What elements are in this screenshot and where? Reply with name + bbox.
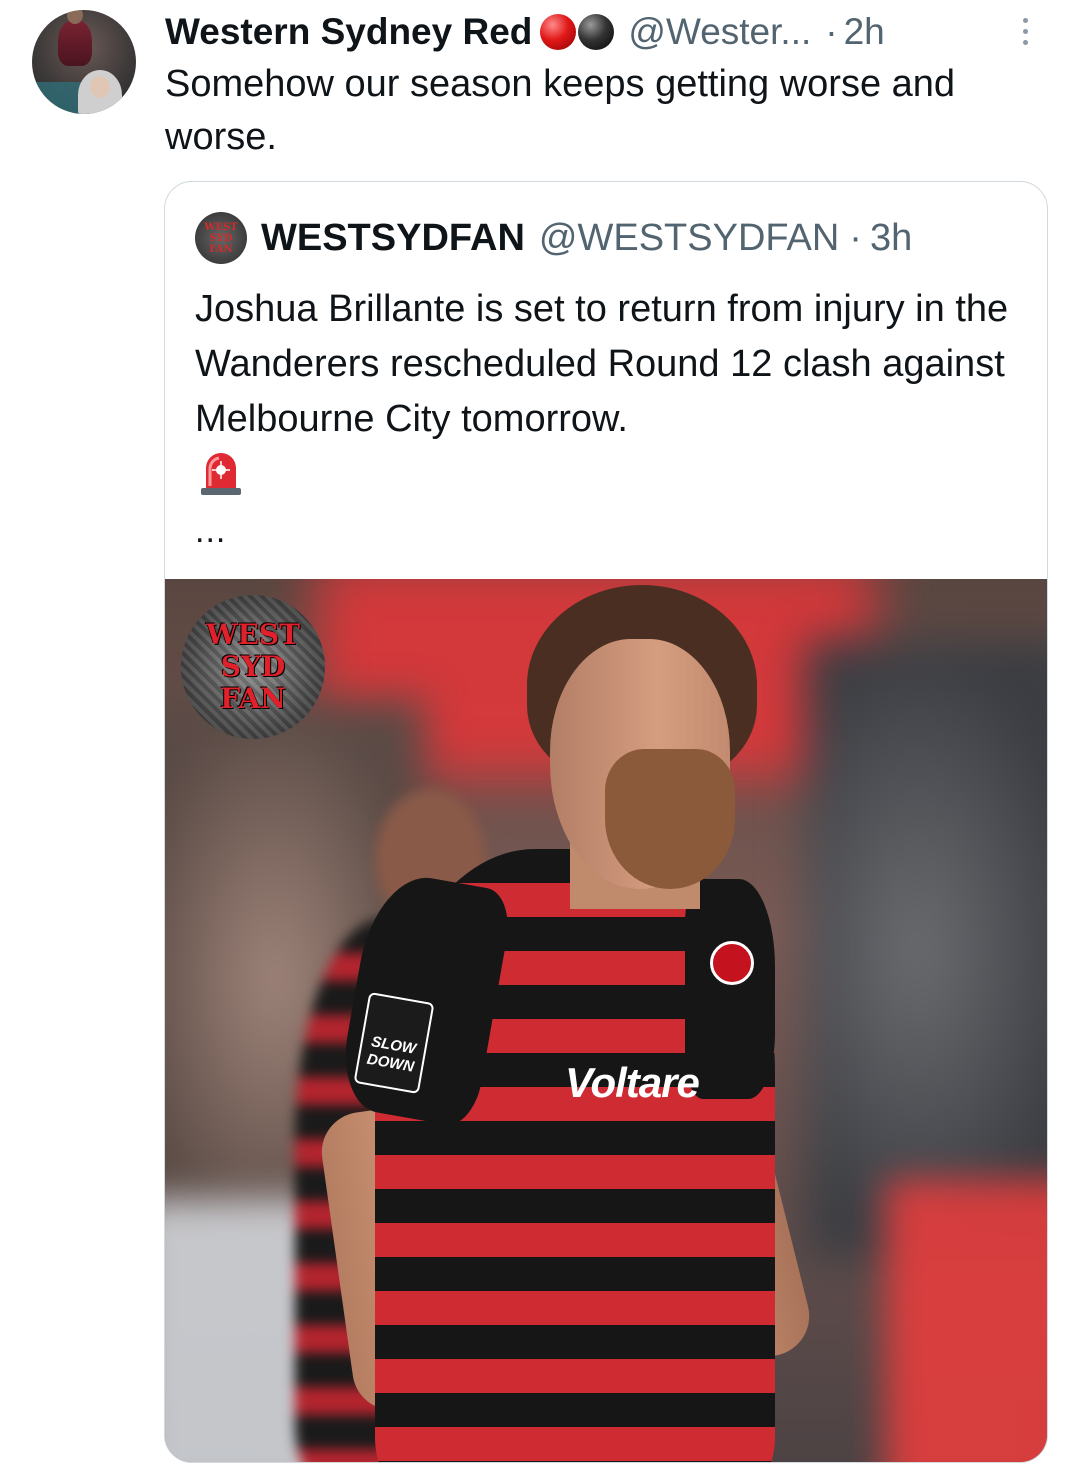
quoted-tweet-header: WESTSYDFAN @WESTSYDFAN · 3h	[261, 210, 912, 266]
author-name[interactable]: Western Sydney Red	[165, 11, 532, 53]
tweet-header: Western Sydney Red @Wester... · 2h	[165, 6, 885, 58]
quoted-tweet-card[interactable]: WEST SYD FAN WESTSYDFAN @WESTSYDFAN · 3h J…	[164, 181, 1048, 1463]
watermark-line: WEST	[206, 618, 300, 651]
club-crest-icon	[710, 941, 754, 985]
separator-dot: ·	[825, 11, 838, 52]
tweet-timestamp[interactable]: 2h	[844, 11, 885, 53]
more-options-icon[interactable]	[1016, 18, 1034, 52]
author-handle[interactable]: @Wester...	[628, 11, 811, 53]
quoted-avatar-logo: WEST SYD FAN	[204, 221, 238, 255]
quoted-tweet-image[interactable]: Voltare SLOW DOWN WEST SYD FAN	[165, 579, 1047, 1462]
author-avatar[interactable]	[32, 10, 136, 114]
avatar-figure	[58, 10, 92, 66]
jersey-sponsor-logo: Voltare	[565, 1059, 700, 1106]
black-ball-icon	[578, 14, 615, 50]
quoted-author-handle[interactable]: @WESTSYDFAN	[539, 217, 839, 260]
quoted-author-name[interactable]: WESTSYDFAN	[261, 217, 525, 260]
tweet-text: Somehow our season keeps getting worse a…	[165, 63, 956, 158]
truncation-ellipsis: ...	[195, 512, 227, 550]
quoted-tweet-timestamp[interactable]: 3h	[870, 217, 912, 260]
quoted-author-avatar[interactable]: WEST SYD FAN	[195, 212, 247, 264]
separator-dot: ·	[849, 216, 862, 259]
watermark-line: FAN	[220, 682, 286, 715]
player-beard	[605, 749, 735, 889]
watermark-line: SYD	[220, 650, 286, 683]
quoted-tweet-text: Joshua Brillante is set to return from i…	[195, 288, 1009, 440]
west-syd-fan-watermark-logo: WEST SYD FAN	[181, 595, 325, 739]
siren-icon	[201, 453, 241, 495]
avatar-figure	[78, 70, 122, 114]
red-ball-icon	[540, 14, 577, 50]
